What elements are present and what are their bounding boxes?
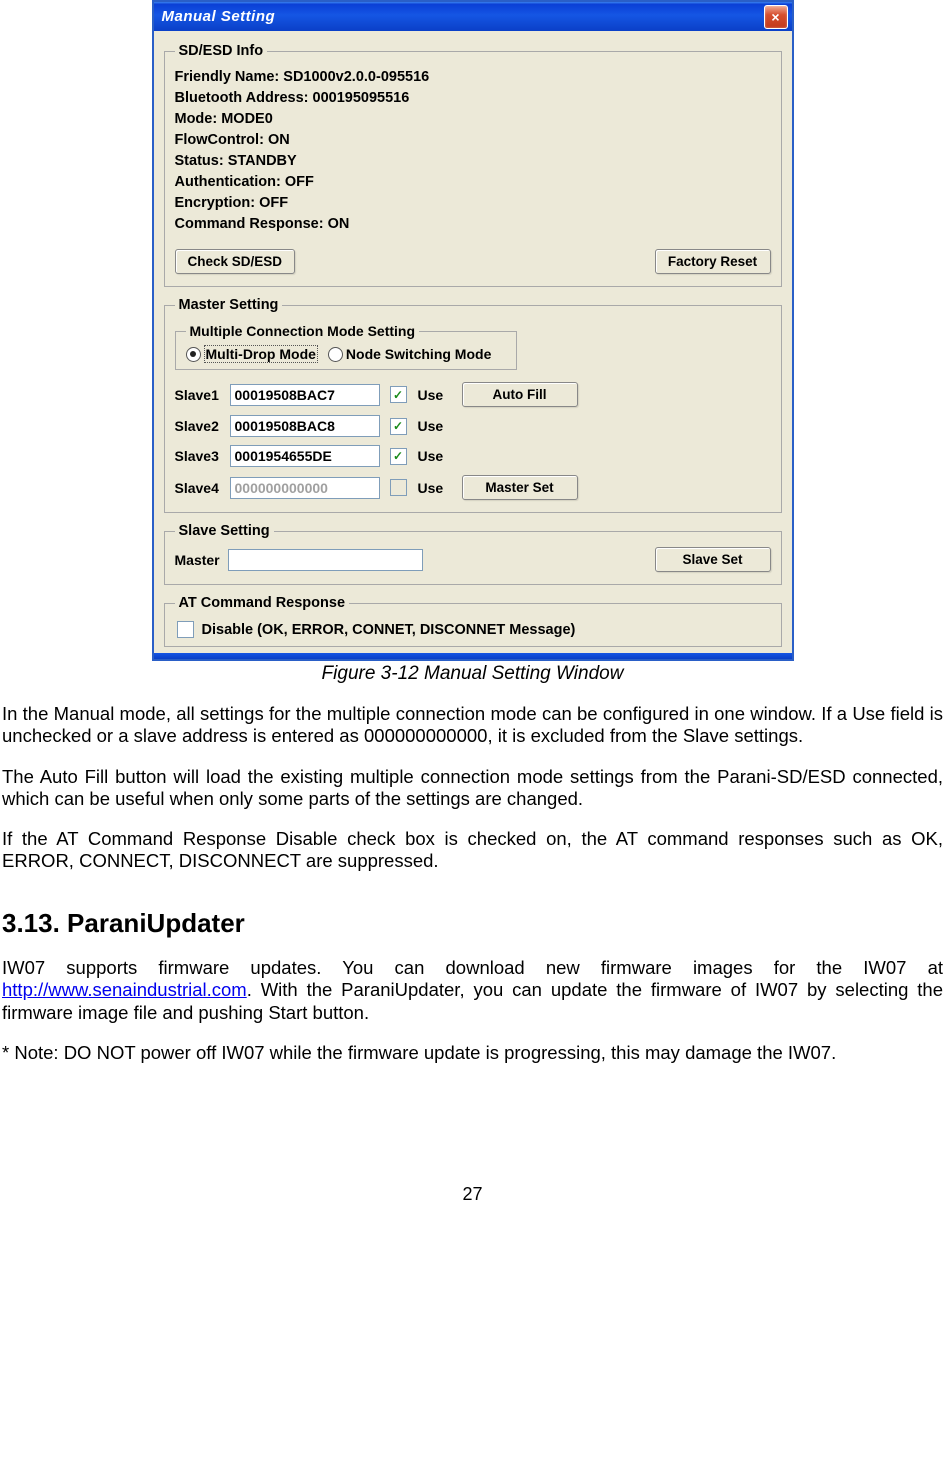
sena-link[interactable]: http://www.senaindustrial.com [2, 979, 247, 1000]
paragraph-4: IW07 supports firmware updates. You can … [0, 957, 945, 1024]
slave1-use-label: Use [418, 387, 458, 403]
paragraph-1: In the Manual mode, all settings for the… [0, 703, 945, 747]
status-value: STANDBY [228, 153, 297, 169]
authentication-label: Authentication: [175, 174, 281, 190]
at-command-group: AT Command Response Disable (OK, ERROR, … [164, 595, 782, 647]
command-response-value: ON [328, 216, 350, 232]
auto-fill-button[interactable]: Auto Fill [462, 382, 578, 407]
dialog-bottom-border [154, 653, 792, 659]
encryption-label: Encryption: [175, 195, 256, 211]
status-label: Status: [175, 153, 224, 169]
slave2-label: Slave2 [175, 418, 230, 434]
flowcontrol-value: ON [268, 132, 290, 148]
slave2-use-checkbox[interactable] [390, 418, 407, 435]
bt-address-value: 000195095516 [313, 90, 410, 106]
slave-setting-group: Slave Setting Master Slave Set [164, 523, 782, 585]
disable-at-checkbox[interactable] [177, 621, 194, 638]
disable-at-label: Disable (OK, ERROR, CONNET, DISCONNET Me… [202, 622, 576, 638]
slave3-use-label: Use [418, 448, 458, 464]
slave-set-button[interactable]: Slave Set [655, 547, 771, 572]
sd-esd-info-text: Friendly Name: SD1000v2.0.0-095516 Bluet… [175, 67, 771, 235]
figure-caption: Figure 3-12 Manual Setting Window [0, 663, 945, 685]
master-set-button[interactable]: Master Set [462, 475, 578, 500]
master-setting-legend: Master Setting [175, 297, 283, 313]
multi-drop-radio[interactable] [186, 347, 201, 362]
mode-value: MODE0 [221, 111, 273, 127]
section-heading: 3.13. ParaniUpdater [0, 908, 945, 939]
slave3-use-checkbox[interactable] [390, 448, 407, 465]
connection-mode-legend: Multiple Connection Mode Setting [186, 323, 420, 339]
sd-esd-info-group: SD/ESD Info Friendly Name: SD1000v2.0.0-… [164, 43, 782, 287]
encryption-value: OFF [259, 195, 288, 211]
friendly-name-value: SD1000v2.0.0-095516 [283, 69, 429, 85]
authentication-value: OFF [285, 174, 314, 190]
paragraph-2: The Auto Fill button will load the exist… [0, 766, 945, 810]
slave4-use-label: Use [418, 480, 458, 496]
slave3-input[interactable] [230, 445, 380, 467]
close-icon[interactable]: × [764, 5, 788, 29]
master-input[interactable] [228, 549, 423, 571]
command-response-label: Command Response: [175, 216, 324, 232]
mode-label: Mode: [175, 111, 218, 127]
check-sd-esd-button[interactable]: Check SD/ESD [175, 249, 296, 274]
window-title: Manual Setting [162, 8, 276, 25]
node-switching-label: Node Switching Mode [346, 346, 491, 362]
at-command-legend: AT Command Response [175, 595, 350, 611]
slave4-label: Slave4 [175, 480, 230, 496]
manual-setting-dialog: Manual Setting × SD/ESD Info Friendly Na… [152, 0, 794, 661]
slave3-label: Slave3 [175, 448, 230, 464]
slave1-use-checkbox[interactable] [390, 386, 407, 403]
slave2-input[interactable] [230, 415, 380, 437]
paragraph-3: If the AT Command Response Disable check… [0, 828, 945, 872]
sd-esd-info-legend: SD/ESD Info [175, 43, 268, 59]
paragraph-5: * Note: DO NOT power off IW07 while the … [0, 1042, 945, 1064]
slave1-label: Slave1 [175, 387, 230, 403]
node-switching-radio[interactable] [328, 347, 343, 362]
slave1-input[interactable] [230, 384, 380, 406]
master-setting-group: Master Setting Multiple Connection Mode … [164, 297, 782, 513]
slave-setting-legend: Slave Setting [175, 523, 274, 539]
flowcontrol-label: FlowControl: [175, 132, 264, 148]
slave4-use-checkbox[interactable] [390, 479, 407, 496]
connection-mode-group: Multiple Connection Mode Setting Multi-D… [175, 323, 517, 370]
slave4-input[interactable] [230, 477, 380, 499]
factory-reset-button[interactable]: Factory Reset [655, 249, 771, 274]
multi-drop-label: Multi-Drop Mode [204, 345, 318, 363]
slave2-use-label: Use [418, 418, 458, 434]
titlebar[interactable]: Manual Setting × [154, 2, 792, 31]
page-number: 27 [0, 1184, 945, 1215]
paragraph-4a: IW07 supports firmware updates. You can … [2, 957, 943, 978]
master-label: Master [175, 552, 220, 568]
friendly-name-label: Friendly Name: [175, 69, 280, 85]
bt-address-label: Bluetooth Address: [175, 90, 309, 106]
